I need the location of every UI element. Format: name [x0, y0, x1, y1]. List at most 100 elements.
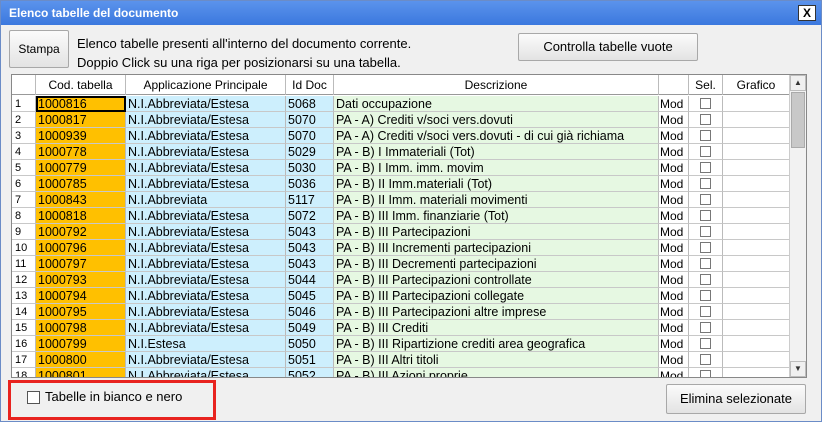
stampa-button[interactable]: Stampa — [9, 30, 69, 68]
header-sel[interactable]: Sel. — [689, 75, 723, 95]
sel-checkbox[interactable] — [700, 194, 711, 205]
header-id-doc[interactable]: Id Doc — [286, 75, 334, 95]
cod-tabella-cell[interactable]: 1000778 — [36, 144, 126, 160]
cod-tabella-cell[interactable]: 1000843 — [36, 192, 126, 208]
bianco-nero-label[interactable]: Tabelle in bianco e nero — [45, 389, 182, 404]
close-button[interactable]: X — [798, 5, 816, 21]
cod-tabella-cell[interactable]: 1000800 — [36, 352, 126, 368]
mod-button[interactable]: Mod — [659, 96, 689, 112]
id-doc-cell: 5030 — [286, 160, 334, 176]
sel-checkbox[interactable] — [700, 274, 711, 285]
mod-button[interactable]: Mod — [659, 256, 689, 272]
table-row[interactable]: 14 1000795 N.I.Abbreviata/Estesa 5046 PA - B… — [12, 304, 790, 320]
sel-checkbox[interactable] — [700, 114, 711, 125]
mod-button[interactable]: Mod — [659, 224, 689, 240]
scroll-up-icon[interactable]: ▲ — [790, 75, 806, 91]
bianco-nero-checkbox[interactable] — [27, 391, 40, 404]
table-row[interactable]: 11 1000797 N.I.Abbreviata/Estesa 5043 PA - B… — [12, 256, 790, 272]
table-row[interactable]: 5 1000779 N.I.Abbreviata/Estesa 5030 PA - B)… — [12, 160, 790, 176]
table-row[interactable]: 4 1000778 N.I.Abbreviata/Estesa 5029 PA - B)… — [12, 144, 790, 160]
sel-checkbox[interactable] — [700, 98, 711, 109]
mod-button[interactable]: Mod — [659, 192, 689, 208]
cod-tabella-cell[interactable]: 1000817 — [36, 112, 126, 128]
sel-checkbox[interactable] — [700, 306, 711, 317]
table-row[interactable]: 1 1000816 N.I.Abbreviata/Estesa 5068 Dati oc… — [12, 96, 790, 112]
table-row[interactable]: 16 1000799 N.I.Estesa 5050 PA - B) III Ripar… — [12, 336, 790, 352]
table-row[interactable]: 9 1000792 N.I.Abbreviata/Estesa 5043 PA - B)… — [12, 224, 790, 240]
sel-checkbox[interactable] — [700, 226, 711, 237]
table-row[interactable]: 2 1000817 N.I.Abbreviata/Estesa 5070 PA - A)… — [12, 112, 790, 128]
scroll-down-icon[interactable]: ▼ — [790, 361, 806, 377]
mod-button[interactable]: Mod — [659, 176, 689, 192]
cod-tabella-cell[interactable]: 1000798 — [36, 320, 126, 336]
sel-checkbox[interactable] — [700, 242, 711, 253]
mod-button[interactable]: Mod — [659, 144, 689, 160]
cod-tabella-cell[interactable]: 1000779 — [36, 160, 126, 176]
sel-checkbox[interactable] — [700, 290, 711, 301]
controlla-tabelle-vuote-button[interactable]: Controlla tabelle vuote — [518, 33, 698, 61]
id-doc-cell: 5050 — [286, 336, 334, 352]
mod-button[interactable]: Mod — [659, 208, 689, 224]
sel-checkbox[interactable] — [700, 370, 711, 377]
cod-tabella-cell[interactable]: 1000799 — [36, 336, 126, 352]
cod-tabella-cell[interactable]: 1000785 — [36, 176, 126, 192]
mod-button[interactable]: Mod — [659, 304, 689, 320]
scroll-thumb[interactable] — [791, 92, 805, 148]
mod-button[interactable]: Mod — [659, 112, 689, 128]
table-row[interactable]: 7 1000843 N.I.Abbreviata 5117 PA - B) II Imm… — [12, 192, 790, 208]
mod-button[interactable]: Mod — [659, 160, 689, 176]
table-row[interactable]: 6 1000785 N.I.Abbreviata/Estesa 5036 PA - B)… — [12, 176, 790, 192]
table-row[interactable]: 13 1000794 N.I.Abbreviata/Estesa 5045 PA - B… — [12, 288, 790, 304]
table-row[interactable]: 8 1000818 N.I.Abbreviata/Estesa 5072 PA - B)… — [12, 208, 790, 224]
sel-checkbox[interactable] — [700, 146, 711, 157]
mod-button[interactable]: Mod — [659, 320, 689, 336]
sel-cell — [689, 368, 723, 377]
mod-button[interactable]: Mod — [659, 128, 689, 144]
grid-header: Cod. tabella Applicazione Principale Id … — [12, 75, 790, 95]
cod-tabella-cell[interactable]: 1000792 — [36, 224, 126, 240]
cod-tabella-cell[interactable]: 1000793 — [36, 272, 126, 288]
elimina-selezionate-button[interactable]: Elimina selezionate — [666, 384, 806, 414]
sel-cell — [689, 352, 723, 368]
table-row[interactable]: 17 1000800 N.I.Abbreviata/Estesa 5051 PA - B… — [12, 352, 790, 368]
row-number: 3 — [12, 128, 36, 144]
sel-checkbox[interactable] — [700, 178, 711, 189]
sel-checkbox[interactable] — [700, 258, 711, 269]
table-row[interactable]: 12 1000793 N.I.Abbreviata/Estesa 5044 PA - B… — [12, 272, 790, 288]
cod-tabella-cell[interactable]: 1000795 — [36, 304, 126, 320]
sel-checkbox[interactable] — [700, 210, 711, 221]
sel-checkbox[interactable] — [700, 354, 711, 365]
table-row[interactable]: 18 1000801 N.I.Abbreviata/Estesa 5052 PA - B… — [12, 368, 790, 377]
mod-button[interactable]: Mod — [659, 272, 689, 288]
sel-checkbox[interactable] — [700, 130, 711, 141]
sel-checkbox[interactable] — [700, 322, 711, 333]
cod-tabella-cell[interactable]: 1000816 — [36, 96, 126, 112]
header-descrizione[interactable]: Descrizione — [334, 75, 659, 95]
table-row[interactable]: 15 1000798 N.I.Abbreviata/Estesa 5049 PA - B… — [12, 320, 790, 336]
cod-tabella-cell[interactable]: 1000801 — [36, 368, 126, 377]
sel-checkbox[interactable] — [700, 162, 711, 173]
header-applicazione[interactable]: Applicazione Principale — [126, 75, 286, 95]
row-number: 12 — [12, 272, 36, 288]
cod-tabella-cell[interactable]: 1000794 — [36, 288, 126, 304]
header-grafico[interactable]: Grafico — [723, 75, 790, 95]
cod-tabella-cell[interactable]: 1000818 — [36, 208, 126, 224]
mod-button[interactable]: Mod — [659, 368, 689, 377]
row-number: 9 — [12, 224, 36, 240]
sel-cell — [689, 160, 723, 176]
grafico-cell — [723, 112, 790, 128]
mod-button[interactable]: Mod — [659, 288, 689, 304]
mod-button[interactable]: Mod — [659, 352, 689, 368]
cod-tabella-cell[interactable]: 1000797 — [36, 256, 126, 272]
descrizione-cell: PA - B) I Imm. imm. movim — [334, 160, 659, 176]
header-cod-tabella[interactable]: Cod. tabella — [36, 75, 126, 95]
cod-tabella-cell[interactable]: 1000796 — [36, 240, 126, 256]
sel-checkbox[interactable] — [700, 338, 711, 349]
cod-tabella-cell[interactable]: 1000939 — [36, 128, 126, 144]
mod-button[interactable]: Mod — [659, 336, 689, 352]
table-row[interactable]: 3 1000939 N.I.Abbreviata/Estesa 5070 PA - A)… — [12, 128, 790, 144]
vertical-scrollbar[interactable]: ▲ ▼ — [789, 75, 806, 377]
grafico-cell — [723, 208, 790, 224]
table-row[interactable]: 10 1000796 N.I.Abbreviata/Estesa 5043 PA - B… — [12, 240, 790, 256]
mod-button[interactable]: Mod — [659, 240, 689, 256]
